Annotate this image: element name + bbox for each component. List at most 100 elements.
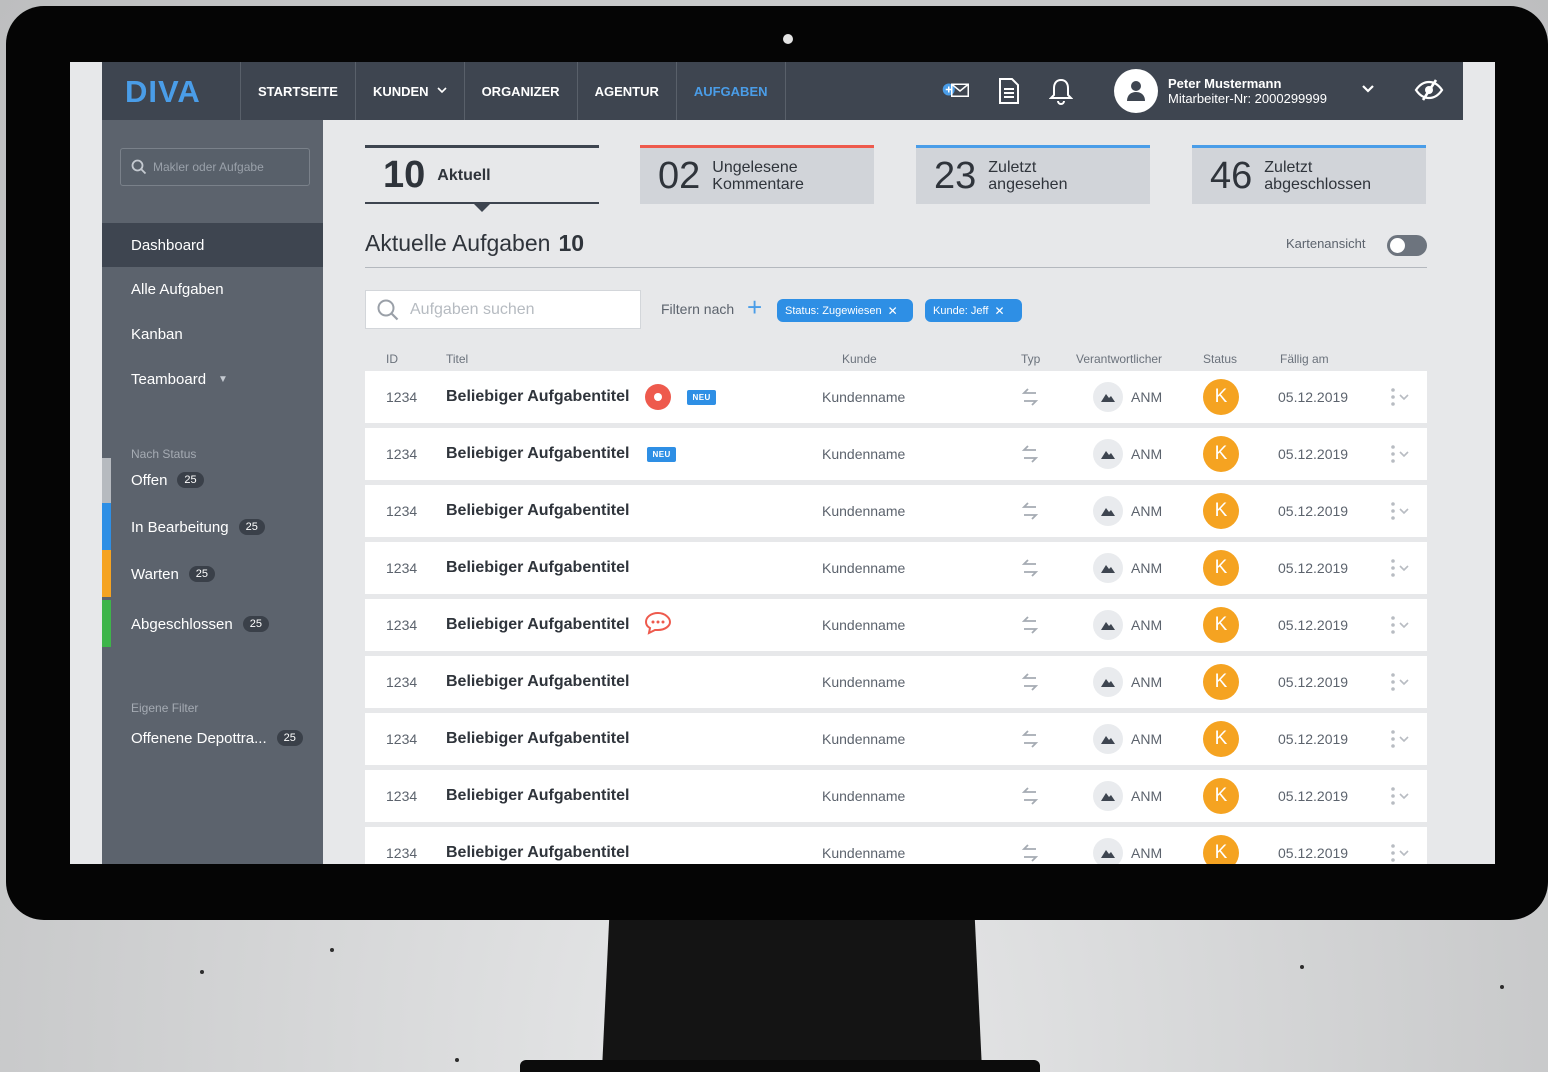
sidebar-status-label: Offen (131, 471, 168, 489)
task-id: 1234 (386, 617, 418, 633)
kpi-tile-3[interactable]: 23 Zuletzt angesehen (916, 145, 1150, 204)
kpi-tile-2[interactable]: 02 Ungelesene Kommentare (640, 145, 874, 204)
count-badge: 25 (276, 730, 303, 746)
status-color-bar (102, 550, 111, 597)
mail-add-icon[interactable] (942, 76, 972, 106)
nav-item-startseite[interactable]: STARTSEITE (240, 62, 355, 120)
row-menu-icon[interactable] (1389, 542, 1411, 594)
task-search-input[interactable] (410, 300, 630, 319)
wall-speck (1500, 985, 1504, 989)
task-search-field[interactable] (365, 290, 641, 329)
avatar[interactable] (1114, 69, 1158, 113)
status-badge: K (1203, 721, 1239, 757)
task-title[interactable]: Beliebiger Aufgabentitel NEU (446, 428, 676, 480)
sidebar-custom-filter[interactable]: Offenene Depottra... 25 (102, 720, 323, 756)
chevron-down-icon[interactable] (1360, 80, 1376, 101)
table-row[interactable]: 1234 Beliebiger Aufgabentitel Kundenname AN… (365, 713, 1427, 765)
table-row[interactable]: 1234 Beliebiger Aufgabentitel NEU Kundennam… (365, 371, 1427, 423)
app-logo[interactable]: DIVA (125, 74, 201, 110)
kpi-number: 10 (383, 153, 426, 196)
responsible-initials: ANM (1131, 845, 1163, 861)
kpi-tile-4[interactable]: 46 Zuletzt abgeschlossen (1192, 145, 1426, 204)
transfer-icon (1021, 371, 1039, 423)
sidebar-item-kanban[interactable]: Kanban (102, 312, 323, 356)
column-header: Kunde (842, 352, 877, 366)
count-badge: 25 (188, 566, 216, 582)
card-view-toggle[interactable] (1387, 235, 1427, 256)
responsible-initials: ANM (1131, 389, 1163, 405)
nav-item-organizer[interactable]: ORGANIZER (463, 62, 577, 120)
avatar-icon (1127, 81, 1145, 101)
count-badge: 25 (238, 519, 265, 535)
task-id: 1234 (386, 674, 418, 690)
sidebar-status-offen[interactable]: Offen 25 (102, 458, 323, 505)
row-menu-icon[interactable] (1389, 656, 1411, 708)
row-menu-icon[interactable] (1389, 827, 1411, 864)
kpi-number: 23 (934, 154, 977, 197)
table-row[interactable]: 1234 Beliebiger Aufgabentitel Kundenname AN… (365, 770, 1427, 822)
mountain-icon (1093, 496, 1123, 526)
monitor-stand-base (520, 1060, 1040, 1072)
task-title[interactable]: Beliebiger Aufgabentitel (446, 656, 629, 708)
document-icon[interactable] (994, 76, 1024, 106)
status-badge: K (1203, 379, 1239, 415)
filter-chip-1[interactable]: Status: Zugewiesen ✕ (777, 299, 913, 322)
row-menu-icon[interactable] (1389, 770, 1411, 822)
task-title[interactable]: Beliebiger Aufgabentitel (446, 542, 629, 594)
task-title[interactable]: Beliebiger Aufgabentitel (446, 827, 629, 864)
table-row[interactable]: 1234 Beliebiger Aufgabentitel Kundenname AN… (365, 656, 1427, 708)
customer-name: Kundenname (822, 389, 906, 405)
task-title[interactable]: Beliebiger Aufgabentitel (446, 599, 673, 651)
kpi-number: 46 (1210, 154, 1253, 197)
row-menu-icon[interactable] (1389, 713, 1411, 765)
nav-item-aufgaben[interactable]: AUFGABEN (675, 62, 786, 120)
sidebar-item-alle-aufgaben[interactable]: Alle Aufgaben (102, 267, 323, 311)
column-header: ID (386, 352, 398, 366)
transfer-icon (1021, 599, 1039, 651)
responsible-initials: ANM (1131, 788, 1163, 804)
chevron-down-icon (436, 85, 447, 98)
close-icon[interactable]: ✕ (994, 304, 1004, 318)
row-menu-icon[interactable] (1389, 599, 1411, 651)
sidebar-status-in-bearbeitung[interactable]: In Bearbeitung 25 (102, 503, 323, 550)
status-section-heading: Nach Status (131, 447, 197, 461)
sidebar-status-label: Warten (131, 565, 179, 583)
sidebar-item-dashboard[interactable]: Dashboard (102, 223, 323, 267)
sidebar-search-field[interactable]: Makler oder Aufgabe (120, 148, 310, 186)
task-title[interactable]: Beliebiger Aufgabentitel (446, 713, 629, 765)
task-title[interactable]: Beliebiger Aufgabentitel (446, 770, 629, 822)
status-badge: K (1203, 835, 1239, 864)
sidebar-status-warten[interactable]: Warten 25 (102, 550, 323, 597)
table-row[interactable]: 1234 Beliebiger Aufgabentitel NEU Kundennam… (365, 428, 1427, 480)
table-row[interactable]: 1234 Beliebiger Aufgabentitel Kundenname AN… (365, 599, 1427, 651)
kpi-tile-1[interactable]: 10 Aktuell (365, 145, 599, 212)
task-title[interactable]: Beliebiger Aufgabentitel NEU (446, 371, 716, 423)
filter-chip-2[interactable]: Kunde: Jeff ✕ (925, 299, 1022, 322)
row-menu-icon[interactable] (1389, 485, 1411, 537)
sidebar-item-teamboard[interactable]: Teamboard ▼ (102, 357, 323, 401)
table-row[interactable]: 1234 Beliebiger Aufgabentitel Kundenname AN… (365, 542, 1427, 594)
nav-item-kunden[interactable]: KUNDEN (354, 62, 464, 120)
add-filter-icon[interactable]: + (747, 294, 762, 320)
task-title[interactable]: Beliebiger Aufgabentitel (446, 485, 629, 537)
sidebar-item-label: Kanban (131, 325, 183, 343)
status-cell: K (1203, 713, 1239, 765)
transfer-icon (1021, 485, 1039, 537)
nav-item-agentur[interactable]: AGENTUR (576, 62, 676, 120)
selected-indicator-arrow (474, 204, 490, 212)
table-row[interactable]: 1234 Beliebiger Aufgabentitel Kundenname AN… (365, 485, 1427, 537)
kpi-label: Zuletzt angesehen (988, 159, 1068, 193)
row-menu-icon[interactable] (1389, 371, 1411, 423)
column-header: Typ (1021, 352, 1041, 366)
due-date: 05.12.2019 (1278, 731, 1349, 747)
sidebar-status-abgeschlossen[interactable]: Abgeschlossen 25 (102, 600, 323, 647)
status-badge: K (1203, 493, 1239, 529)
table-row[interactable]: 1234 Beliebiger Aufgabentitel Kundenname AN… (365, 827, 1427, 864)
row-menu-icon[interactable] (1389, 428, 1411, 480)
task-title-text: Beliebiger Aufgabentitel (446, 559, 630, 576)
bell-icon[interactable] (1046, 76, 1076, 106)
close-icon[interactable]: ✕ (888, 304, 898, 318)
responsible-initials: ANM (1131, 503, 1163, 519)
eye-off-icon[interactable] (1414, 78, 1444, 107)
task-id: 1234 (386, 560, 418, 576)
